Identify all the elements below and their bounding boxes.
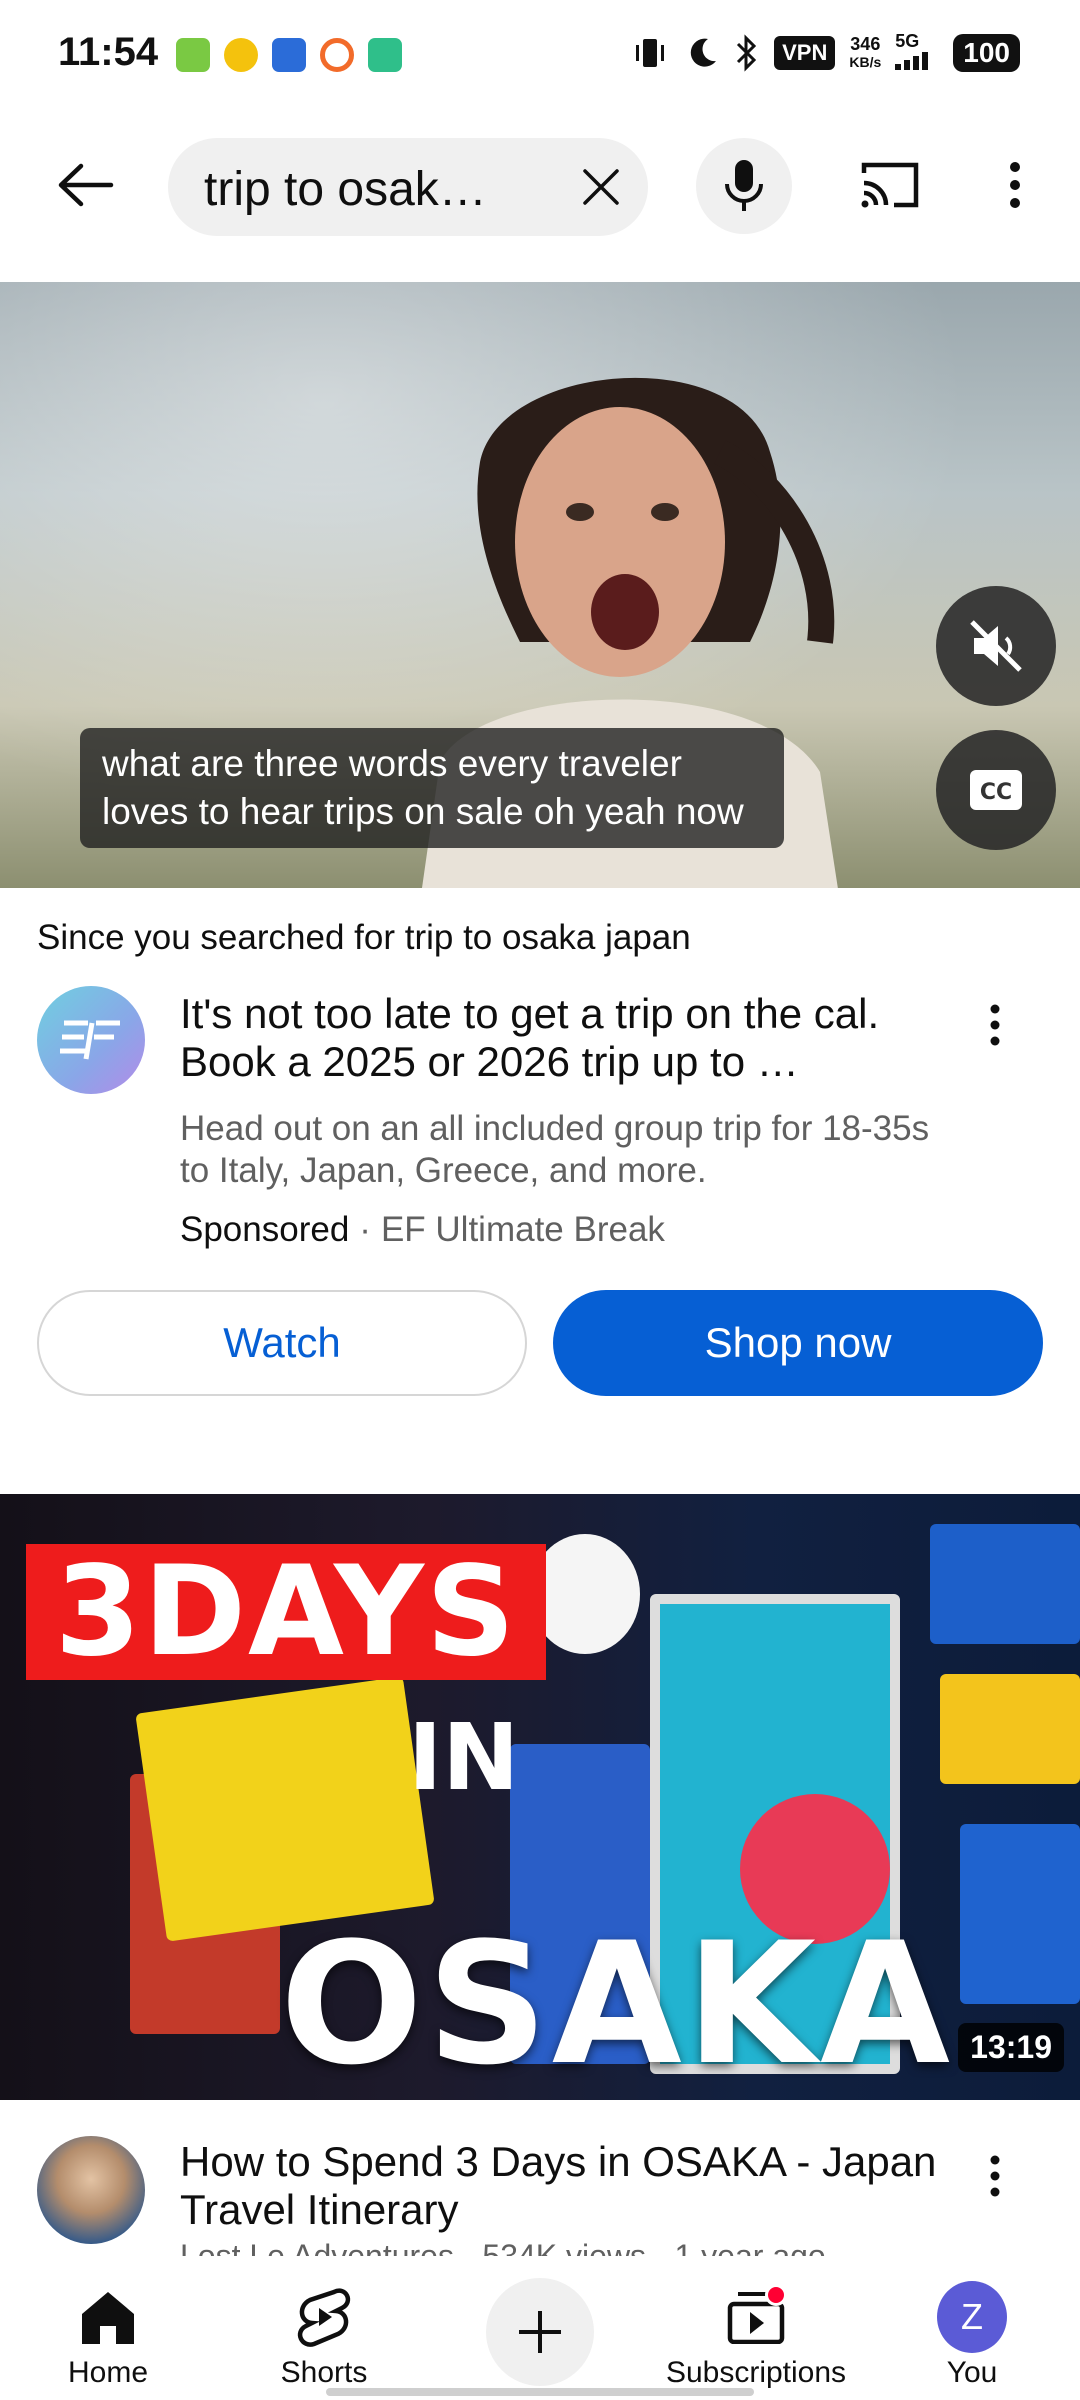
more-vertical-icon — [1010, 162, 1020, 208]
clock-sign — [530, 1534, 640, 1654]
app-notification-icon — [368, 38, 402, 72]
app-notification-icon — [272, 38, 306, 72]
status-bar: 11:54 VPN 346 KB/s 5G 100 — [0, 0, 1080, 110]
nav-you[interactable]: Z You — [882, 2256, 1062, 2400]
battery-indicator: 100 — [953, 33, 1020, 72]
microphone-icon — [725, 160, 763, 211]
notification-dot — [765, 2284, 787, 2306]
close-icon — [583, 169, 619, 205]
voice-search-button[interactable] — [696, 138, 792, 234]
status-time: 11:54 — [58, 30, 159, 74]
nav-shorts[interactable]: Shorts — [234, 2256, 414, 2400]
vpn-badge: VPN — [774, 35, 836, 70]
vibrate-icon — [636, 38, 665, 67]
advertiser-avatar[interactable] — [37, 986, 145, 1094]
app-notification-icon — [320, 38, 354, 72]
nav-subscriptions-label: Subscriptions — [665, 2356, 847, 2389]
more-vertical-icon — [990, 2155, 1000, 2197]
unmute-button[interactable] — [936, 586, 1056, 706]
searched-query: trip to osaka japan — [404, 918, 691, 957]
shorts-icon — [289, 2282, 359, 2352]
signal-bars-icon — [895, 52, 929, 70]
subscriptions-icon — [721, 2282, 791, 2352]
cast-button[interactable] — [845, 150, 935, 220]
notification-icons — [176, 38, 402, 72]
ad-meta: Sponsored · EF Ultimate Break — [180, 1210, 665, 1249]
nav-home-label: Home — [67, 2356, 149, 2389]
since-you-searched: Since you searched for trip to osaka jap… — [37, 918, 691, 957]
bluetooth-icon — [737, 33, 757, 72]
plus-icon — [519, 2311, 561, 2353]
neon-sign — [960, 1824, 1080, 2004]
bottom-navigation: Home Shorts Subscriptions Z You — [0, 2256, 1080, 2400]
qq-notification-icon — [224, 38, 258, 72]
search-query-text[interactable]: trip to osak… — [204, 162, 544, 217]
ad-description: Head out on an all included group trip f… — [180, 1109, 930, 1190]
home-icon — [73, 2282, 143, 2352]
back-button[interactable] — [40, 150, 130, 220]
search-box[interactable]: trip to osak… — [168, 138, 648, 236]
clear-search-button[interactable] — [568, 154, 634, 220]
closed-captions-icon: CC — [970, 770, 1022, 810]
thumbnail-osaka-text: OSAKA — [280, 1906, 955, 2100]
video-duration: 13:19 — [958, 2023, 1064, 2072]
ad-title[interactable]: It's not too late to get a trip on the c… — [180, 990, 940, 1086]
network-speed: 346 KB/s — [849, 33, 882, 70]
nav-you-label: You — [946, 2356, 998, 2389]
ef-logo-icon — [60, 1020, 120, 1060]
home-gesture-bar[interactable] — [326, 2388, 754, 2396]
shop-now-button[interactable]: Shop now — [553, 1290, 1043, 1396]
advertiser-name: EF Ultimate Break — [380, 1210, 665, 1249]
dnd-moon-icon — [690, 38, 717, 67]
sponsored-label: Sponsored — [180, 1210, 350, 1249]
svg-text:CC: CC — [980, 780, 1012, 805]
nav-subscriptions[interactable]: Subscriptions — [666, 2256, 846, 2400]
more-options-button[interactable] — [985, 150, 1045, 220]
video-more-button[interactable] — [970, 2146, 1020, 2206]
watch-button[interactable]: Watch — [37, 1290, 527, 1396]
video-thumbnail[interactable]: 3DAYS IN OSAKA 13:19 — [0, 1494, 1080, 2100]
more-vertical-icon — [990, 1004, 1000, 1046]
ad-more-button[interactable] — [970, 995, 1020, 1055]
back-arrow-icon — [58, 163, 114, 207]
nav-shorts-label: Shorts — [280, 2356, 368, 2389]
create-button[interactable] — [486, 2278, 594, 2386]
cast-icon — [861, 162, 919, 208]
video-meta: Lost Le Adventures · 534K views · 1 year… — [180, 2238, 826, 2258]
thumbnail-in-text: IN — [408, 1704, 520, 1811]
status-right: VPN 346 KB/s 5G 100 — [630, 32, 1020, 73]
captions-button[interactable]: CC — [936, 730, 1056, 850]
search-header: trip to osak… — [0, 120, 1080, 250]
app-notification-icon — [176, 38, 210, 72]
neon-sign — [135, 1676, 435, 1942]
neon-sign — [930, 1524, 1080, 1644]
volume-muted-icon — [970, 620, 1022, 672]
signal-indicator: 5G — [895, 32, 939, 73]
neon-sign — [940, 1674, 1080, 1784]
video-caption: what are three words every traveler love… — [80, 728, 784, 848]
thumbnail-days-banner: 3DAYS — [26, 1540, 546, 1684]
channel-avatar[interactable] — [37, 2136, 145, 2244]
video-title[interactable]: How to Spend 3 Days in OSAKA - Japan Tra… — [180, 2138, 940, 2234]
nav-home[interactable]: Home — [18, 2256, 198, 2400]
user-avatar: Z — [937, 2281, 1007, 2353]
you-avatar-icon: Z — [937, 2281, 1007, 2353]
